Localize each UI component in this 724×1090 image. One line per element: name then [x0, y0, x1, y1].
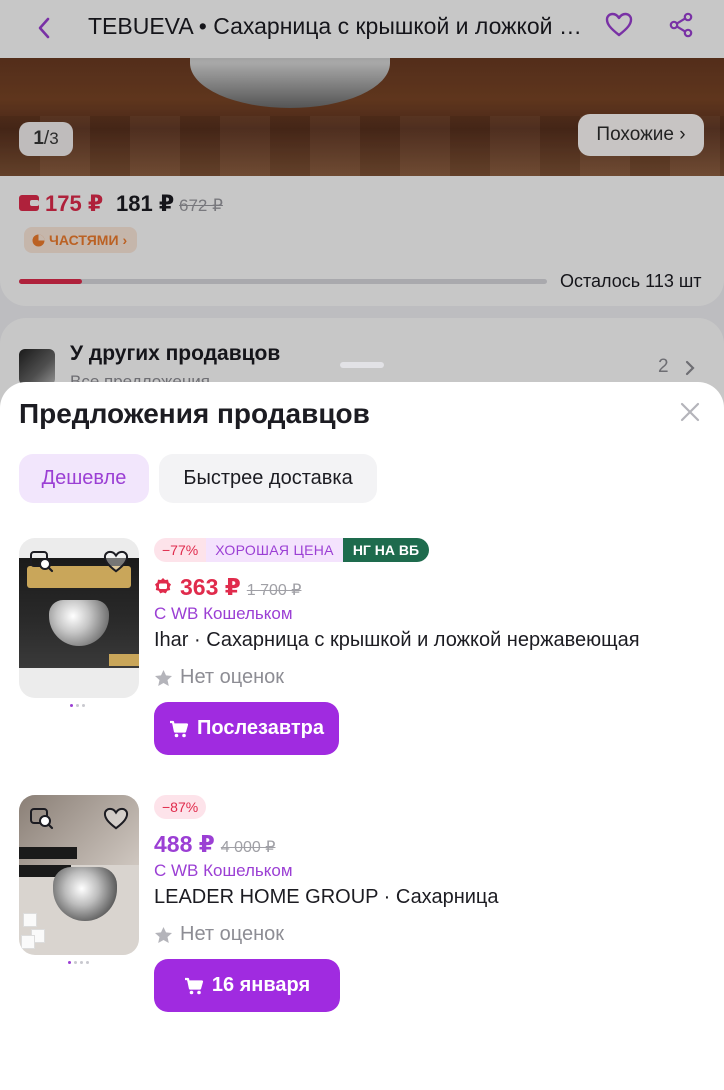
image-pager-dots [68, 961, 92, 965]
offer-card[interactable]: −77% ХОРОШАЯ ЦЕНА НГ НА ВБ 363 ₽ 1 700 ₽… [0, 538, 724, 768]
sheet-title: Предложения продавцов [19, 398, 370, 429]
offer-name[interactable]: LEADER HOME GROUP · Сахарница [154, 886, 714, 909]
image-search-icon[interactable] [28, 548, 56, 576]
promo-badge: НГ НА ВБ [342, 538, 430, 562]
good-price-badge: ХОРОШАЯ ЦЕНА [206, 538, 343, 562]
offer-price-row: 488 ₽ 4 000 ₽ [154, 831, 275, 858]
offer-tags: −77% ХОРОШАЯ ЦЕНА НГ НА ВБ [154, 538, 430, 562]
offer-rating: Нет оценок [154, 923, 284, 946]
image-search-icon[interactable] [28, 805, 56, 833]
discount-badge: −87% [154, 795, 207, 819]
discount-badge: −77% [154, 538, 207, 562]
similar-button[interactable]: Похожие › [578, 114, 704, 156]
heart-icon[interactable] [102, 548, 130, 576]
offer-old-price: 1 700 ₽ [246, 582, 302, 599]
offer-price-row: 363 ₽ 1 700 ₽ [154, 574, 301, 601]
star-icon [155, 926, 172, 943]
offer-price: 363 ₽ [180, 574, 241, 600]
star-icon [155, 669, 172, 686]
offer-rating: Нет оценок [154, 666, 284, 689]
wallet-note: С WB Кошельком [154, 604, 293, 623]
delivery-date: 16 января [211, 974, 311, 996]
add-to-cart-button[interactable]: 16 января [154, 959, 340, 1012]
cart-icon [170, 720, 189, 737]
rating-text: Нет оценок [180, 666, 285, 688]
gallery-counter: 1/3 [19, 122, 73, 156]
offer-image[interactable] [19, 795, 139, 955]
close-icon [680, 402, 700, 422]
filter-cheaper[interactable]: Дешевле [19, 454, 149, 503]
gallery-counter-total: 3 [49, 129, 59, 148]
offer-image[interactable] [19, 538, 139, 698]
offer-tags: −87% [154, 795, 207, 819]
add-to-cart-button[interactable]: Послезавтра [154, 702, 339, 755]
sheet-grabber[interactable] [340, 362, 384, 368]
close-button[interactable] [676, 398, 704, 426]
offer-name[interactable]: Ihar · Сахарница с крышкой и ложкой нерж… [154, 629, 714, 652]
offer-price: 488 ₽ [154, 831, 215, 857]
image-pager-dots [70, 704, 94, 708]
filter-faster-delivery[interactable]: Быстрее доставка [159, 454, 377, 503]
gallery-counter-current: 1 [33, 128, 44, 149]
heart-icon[interactable] [102, 805, 130, 833]
cart-icon [184, 977, 203, 994]
offer-old-price: 4 000 ₽ [220, 839, 276, 856]
rating-text: Нет оценок [180, 923, 285, 945]
offer-card[interactable]: −87% 488 ₽ 4 000 ₽ С WB Кошельком LEADER… [0, 795, 724, 1025]
delivery-date: Послезавтра [197, 717, 324, 739]
wallet-badge-icon [154, 577, 172, 595]
wallet-note: С WB Кошельком [154, 861, 293, 880]
